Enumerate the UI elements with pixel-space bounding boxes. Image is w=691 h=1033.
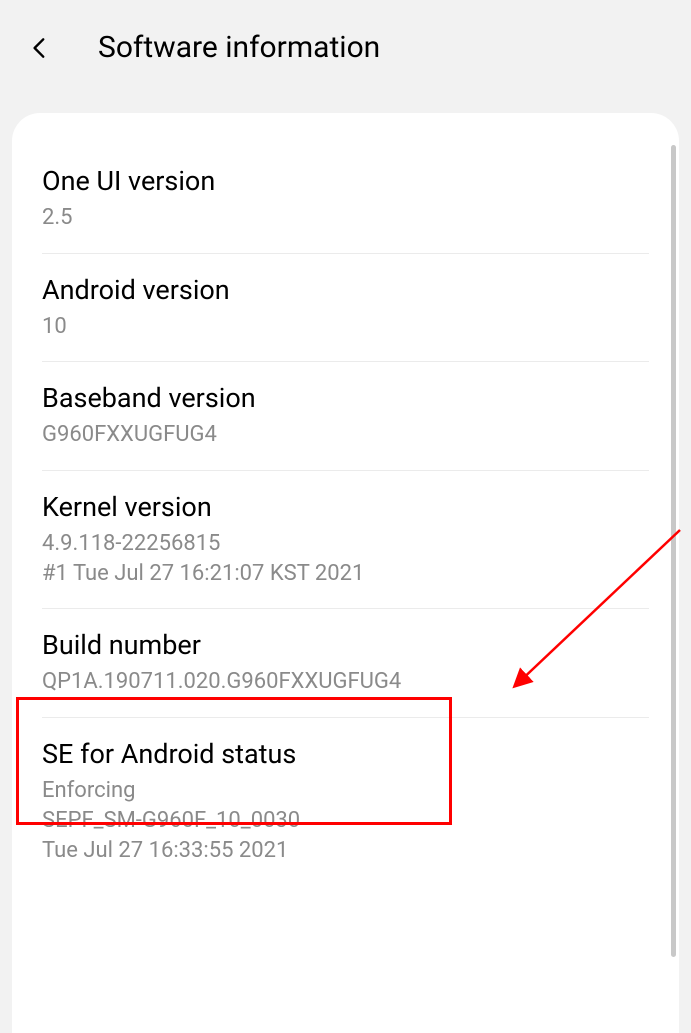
scrollbar[interactable] — [671, 145, 676, 957]
back-icon[interactable] — [20, 28, 60, 68]
setting-title: SE for Android status — [42, 738, 649, 770]
setting-title: Build number — [42, 629, 649, 661]
setting-value: QP1A.190711.020.G960FXXUGFUG4 — [42, 667, 649, 697]
setting-value: Enforcing SEPF_SM-G960F_10_0030 Tue Jul … — [42, 776, 649, 865]
header: Software information — [0, 0, 691, 95]
setting-value: 2.5 — [42, 203, 649, 233]
content-card: One UI version 2.5 Android version 10 Ba… — [12, 113, 679, 1033]
page-title: Software information — [98, 30, 380, 65]
setting-se-android-status[interactable]: SE for Android status Enforcing SEPF_SM-… — [42, 718, 649, 885]
setting-baseband-version[interactable]: Baseband version G960FXXUGFUG4 — [42, 362, 649, 471]
setting-one-ui-version[interactable]: One UI version 2.5 — [42, 145, 649, 254]
setting-title: Kernel version — [42, 491, 649, 523]
setting-value: 4.9.118-22256815 #1 Tue Jul 27 16:21:07 … — [42, 529, 649, 588]
setting-title: Android version — [42, 274, 649, 306]
setting-title: One UI version — [42, 165, 649, 197]
setting-kernel-version[interactable]: Kernel version 4.9.118-22256815 #1 Tue J… — [42, 471, 649, 609]
setting-title: Baseband version — [42, 382, 649, 414]
setting-value: 10 — [42, 312, 649, 342]
setting-value: G960FXXUGFUG4 — [42, 420, 649, 450]
setting-build-number[interactable]: Build number QP1A.190711.020.G960FXXUGFU… — [42, 609, 649, 718]
setting-android-version[interactable]: Android version 10 — [42, 254, 649, 363]
